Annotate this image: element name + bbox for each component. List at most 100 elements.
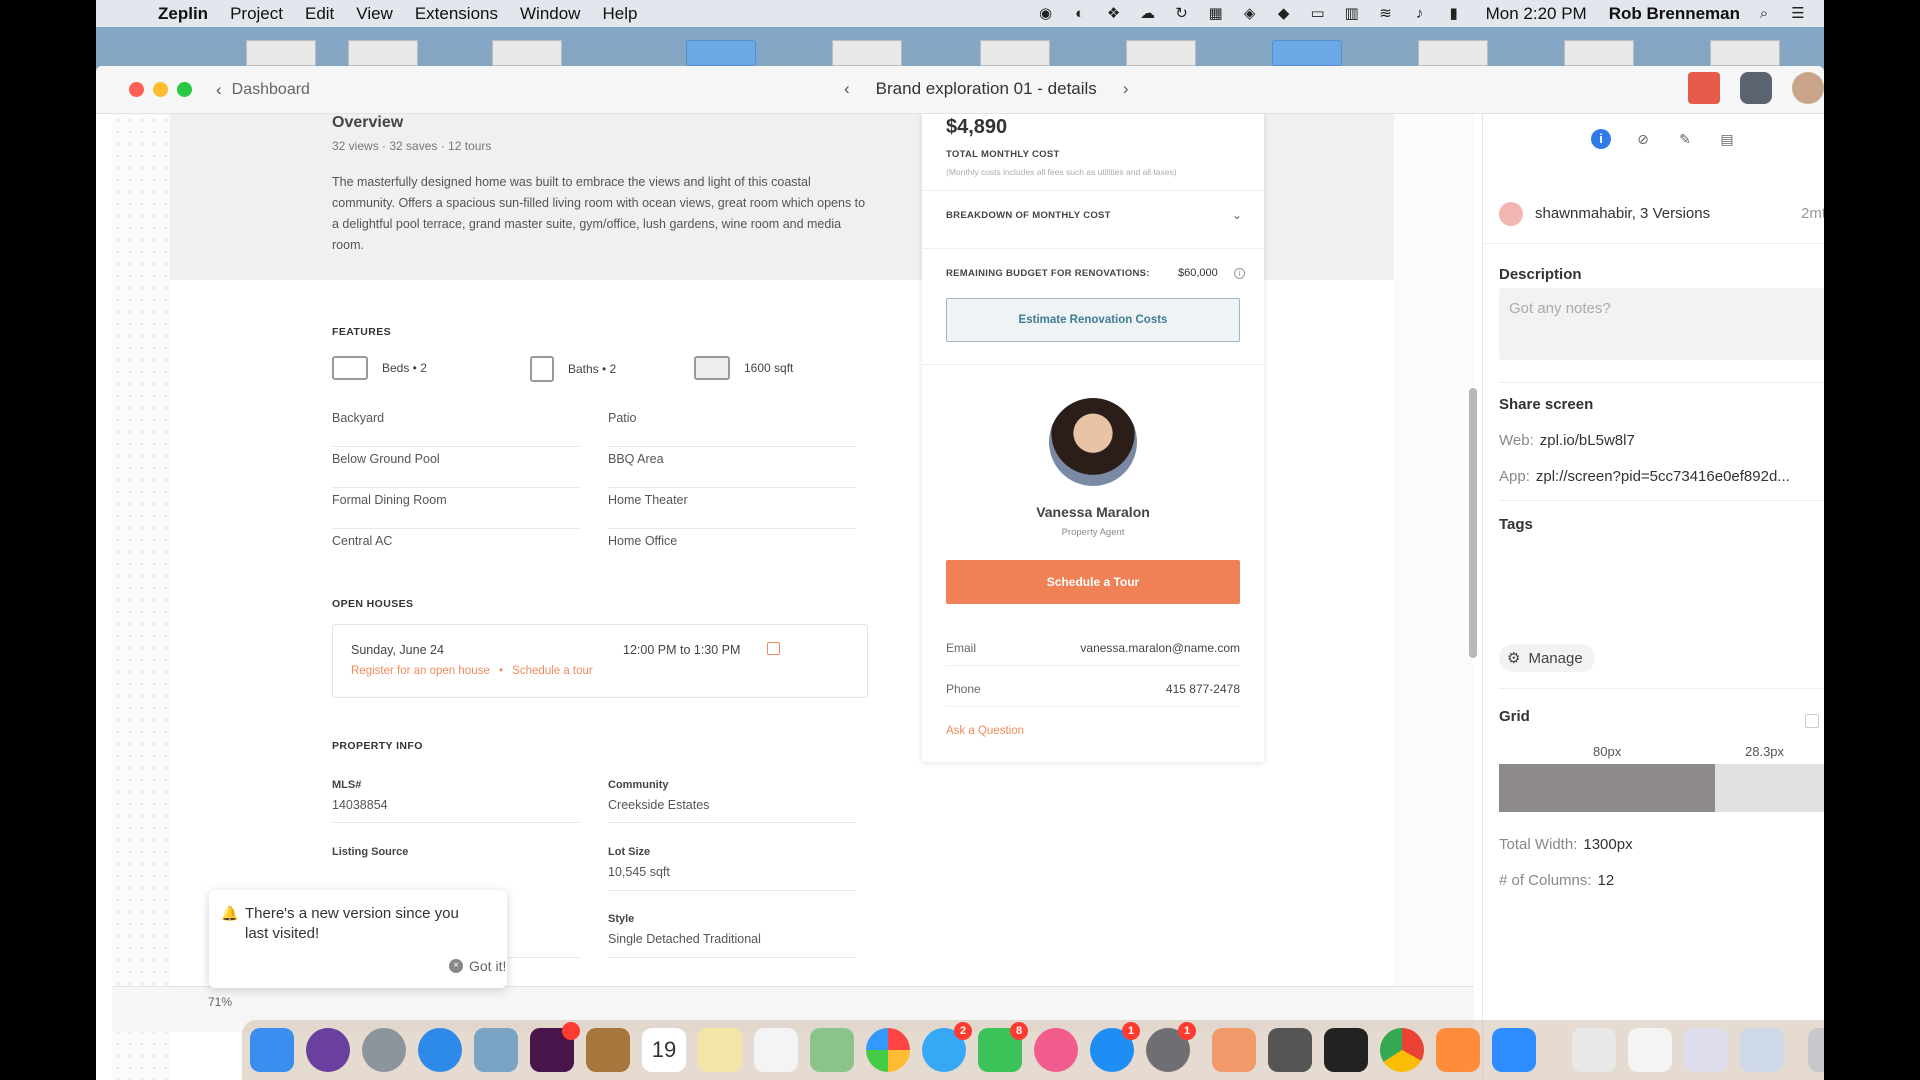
breakdown-toggle[interactable]: BREAKDOWN OF MONTHLY COST	[946, 210, 1111, 221]
user-avatar[interactable]	[1792, 72, 1824, 104]
previous-screen-icon[interactable]: ‹	[844, 79, 850, 99]
schedule-tour-link[interactable]: Schedule a tour	[512, 665, 593, 677]
siri-icon[interactable]	[306, 1028, 350, 1072]
folder-icon[interactable]	[1272, 40, 1342, 66]
app-link[interactable]: zpl://screen?pid=5cc73416e0ef892d...	[1536, 468, 1790, 485]
aspect-app-icon[interactable]	[1324, 1028, 1368, 1072]
creative-cloud-icon[interactable]: ☁	[1138, 5, 1158, 23]
photos-icon[interactable]	[866, 1028, 910, 1072]
maps-icon[interactable]	[810, 1028, 854, 1072]
menu-clock[interactable]: Mon 2:20 PM	[1486, 4, 1587, 24]
notes-app-icon[interactable]	[698, 1028, 742, 1072]
desktop-thumbnail[interactable]	[1418, 40, 1488, 66]
zoom-level[interactable]: 71%	[208, 995, 232, 1009]
music-icon[interactable]	[1034, 1028, 1078, 1072]
register-open-house-link[interactable]: Register for an open house	[351, 665, 490, 677]
manage-tags-button[interactable]: ⚙ Manage	[1499, 644, 1595, 672]
desktop-thumbnail[interactable]	[492, 40, 562, 66]
volume-icon[interactable]: ♪	[1410, 5, 1430, 23]
spotlight-icon[interactable]: ⌕	[1754, 5, 1774, 23]
shield-dark-icon[interactable]: ◆	[1274, 5, 1294, 23]
wifi-icon[interactable]: ≋	[1376, 5, 1396, 23]
shield-icon[interactable]: ◈	[1240, 5, 1260, 23]
email-value[interactable]: vanessa.maralon@name.com	[1080, 641, 1240, 655]
airplay-icon[interactable]: ▭	[1308, 5, 1328, 23]
notification-center-icon[interactable]: ☰	[1788, 5, 1808, 23]
notifications-icon[interactable]	[1688, 72, 1720, 104]
preview-icon[interactable]	[474, 1028, 518, 1072]
facetime-icon[interactable]: 8	[978, 1022, 1028, 1072]
safari-icon[interactable]	[418, 1028, 462, 1072]
messages-icon[interactable]: 2	[922, 1022, 972, 1072]
comments-icon[interactable]	[1740, 72, 1772, 104]
chevron-down-icon[interactable]: ⌄	[1232, 208, 1242, 222]
calendar-icon[interactable]	[767, 642, 780, 655]
menu-help[interactable]: Help	[602, 4, 637, 24]
styleguide-tab-icon[interactable]: ⊘	[1633, 129, 1653, 149]
menu-extensions[interactable]: Extensions	[415, 4, 498, 24]
back-to-dashboard-link[interactable]: ‹ Dashboard	[216, 80, 310, 100]
desktop-thumbnail[interactable]	[1710, 40, 1780, 66]
menu-edit[interactable]: Edit	[305, 4, 334, 24]
battery-menu-icon[interactable]: ▥	[1342, 5, 1362, 23]
next-screen-icon[interactable]: ›	[1123, 79, 1129, 99]
finder-icon[interactable]	[250, 1028, 294, 1072]
desktop-thumbnail[interactable]	[980, 40, 1050, 66]
document-icon[interactable]	[1628, 1028, 1672, 1072]
pen-tab-icon[interactable]: ✎	[1675, 129, 1695, 149]
app-store-icon[interactable]: 1	[1090, 1022, 1140, 1072]
chrome-icon[interactable]	[1380, 1028, 1424, 1072]
desktop-thumbnail[interactable]	[1564, 40, 1634, 66]
menu-project[interactable]: Project	[230, 4, 283, 24]
info-icon[interactable]: i	[1234, 268, 1245, 279]
menu-app-name[interactable]: Zeplin	[158, 4, 208, 24]
menu-window[interactable]: Window	[520, 4, 580, 24]
zoom-app-icon[interactable]	[1492, 1028, 1536, 1072]
info-tab-icon[interactable]: i	[1591, 129, 1611, 149]
version-row[interactable]: shawnmahabir, 3 Versions 2mth	[1483, 194, 1824, 244]
web-link[interactable]: zpl.io/bL5w8l7	[1540, 432, 1635, 449]
schedule-tour-button[interactable]: Schedule a Tour	[946, 560, 1240, 604]
desktop-thumbnail[interactable]	[832, 40, 902, 66]
screenshot-document-icon[interactable]	[1684, 1028, 1728, 1072]
slack-icon[interactable]	[530, 1022, 580, 1072]
calendar-app-icon[interactable]: 19	[642, 1028, 686, 1072]
font-app-icon[interactable]	[1268, 1028, 1312, 1072]
folder-icon[interactable]	[686, 40, 756, 66]
swift-icon[interactable]	[1436, 1028, 1480, 1072]
ask-question-link[interactable]: Ask a Question	[946, 725, 1024, 737]
contrast-icon[interactable]: ◐	[1070, 5, 1090, 23]
spreadsheet-document-icon[interactable]	[1572, 1028, 1616, 1072]
sync-icon[interactable]: ↻	[1172, 5, 1192, 23]
notefile-icon[interactable]	[586, 1028, 630, 1072]
app-label: App:	[1499, 468, 1530, 485]
dropbox-icon[interactable]: ❖	[1104, 5, 1124, 23]
quicktime-icon[interactable]: ◉	[1036, 5, 1056, 23]
system-preferences-icon[interactable]: 1	[1146, 1022, 1196, 1072]
grid-toggle-checkbox[interactable]	[1805, 714, 1819, 728]
notes-tab-icon[interactable]: ▤	[1717, 129, 1737, 149]
grid-icon[interactable]: ▦	[1206, 5, 1226, 23]
desktop-thumbnail[interactable]	[246, 40, 316, 66]
canvas-scrollbar[interactable]	[1469, 388, 1477, 658]
close-window-button[interactable]	[129, 82, 144, 97]
launchpad-icon[interactable]	[362, 1028, 406, 1072]
sketch-icon[interactable]	[1212, 1028, 1256, 1072]
got-it-button[interactable]: × Got it!	[449, 958, 506, 974]
baths-feature: Baths • 2	[530, 356, 616, 382]
screenshot-document-icon[interactable]	[1740, 1028, 1784, 1072]
desktop-thumbnail[interactable]	[1126, 40, 1196, 66]
battery-icon[interactable]: ▮	[1444, 5, 1464, 23]
desktop-thumbnail[interactable]	[348, 40, 418, 66]
menu-user[interactable]: Rob Brenneman	[1609, 4, 1740, 24]
estimate-renovation-button[interactable]: Estimate Renovation Costs	[946, 298, 1240, 342]
trash-icon[interactable]	[1808, 1028, 1824, 1072]
menu-view[interactable]: View	[356, 4, 393, 24]
desktop: Zeplin Project Edit View Extensions Wind…	[96, 0, 1824, 1080]
description-notes-input[interactable]: Got any notes?	[1499, 288, 1824, 360]
phone-value[interactable]: 415 877-2478	[1166, 682, 1240, 696]
minimize-window-button[interactable]	[153, 82, 168, 97]
grid-column-preview	[1499, 764, 1715, 812]
zoom-window-button[interactable]	[177, 82, 192, 97]
reminders-icon[interactable]	[754, 1028, 798, 1072]
